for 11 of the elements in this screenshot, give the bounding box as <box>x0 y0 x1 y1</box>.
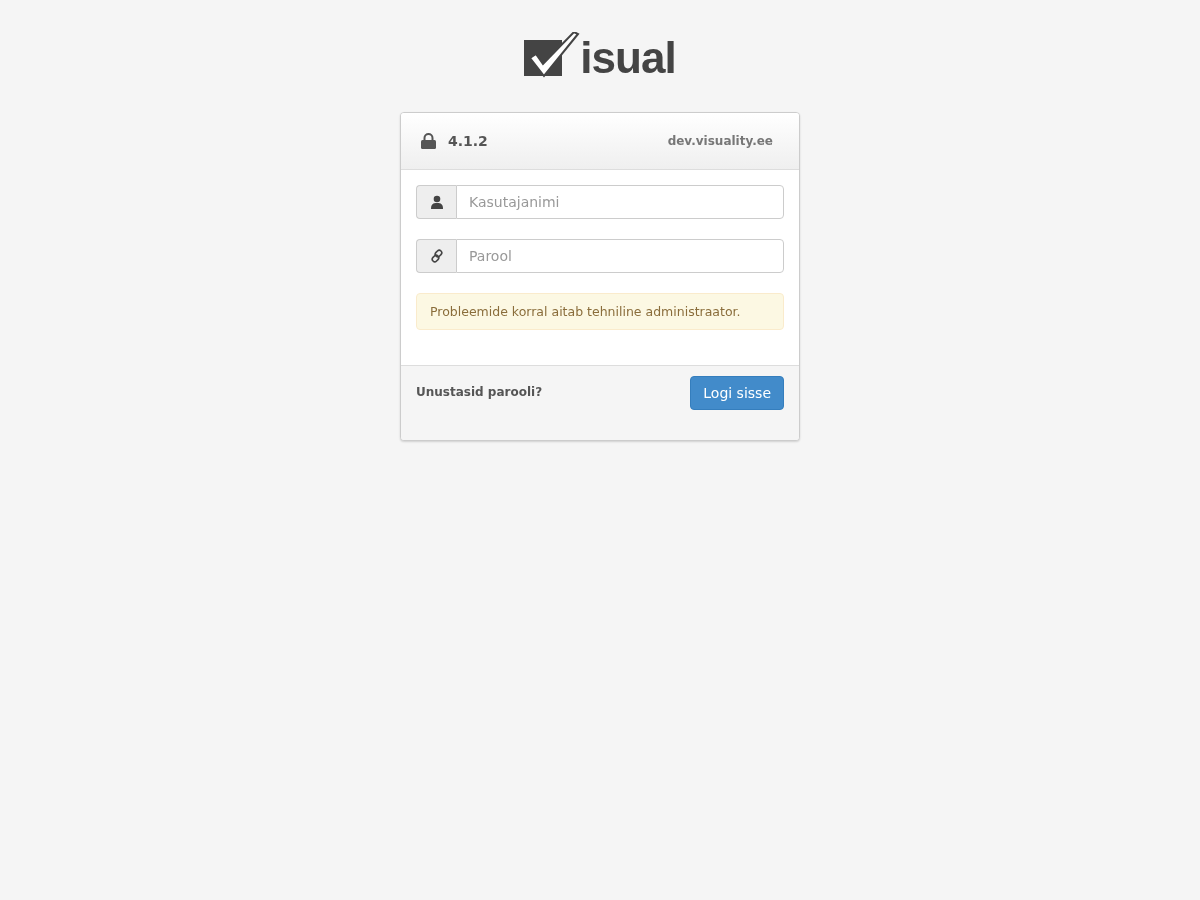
login-button[interactable]: Logi sisse <box>690 376 784 410</box>
version-label: 4.1.2 <box>448 133 488 149</box>
host-label: dev.visuality.ee <box>667 134 773 148</box>
notice-message: Probleemide korral aitab tehniline administraator. <box>416 293 784 330</box>
logo: isual <box>524 30 676 78</box>
input-field[interactable]: Kasutajanimi <box>456 185 784 219</box>
forgot-password-link[interactable]: Unustasid parooli? <box>416 385 543 399</box>
input-field[interactable]: Parool <box>456 239 784 273</box>
user-icon <box>429 195 444 209</box>
link-icon <box>429 249 444 263</box>
lock-icon <box>421 133 436 149</box>
